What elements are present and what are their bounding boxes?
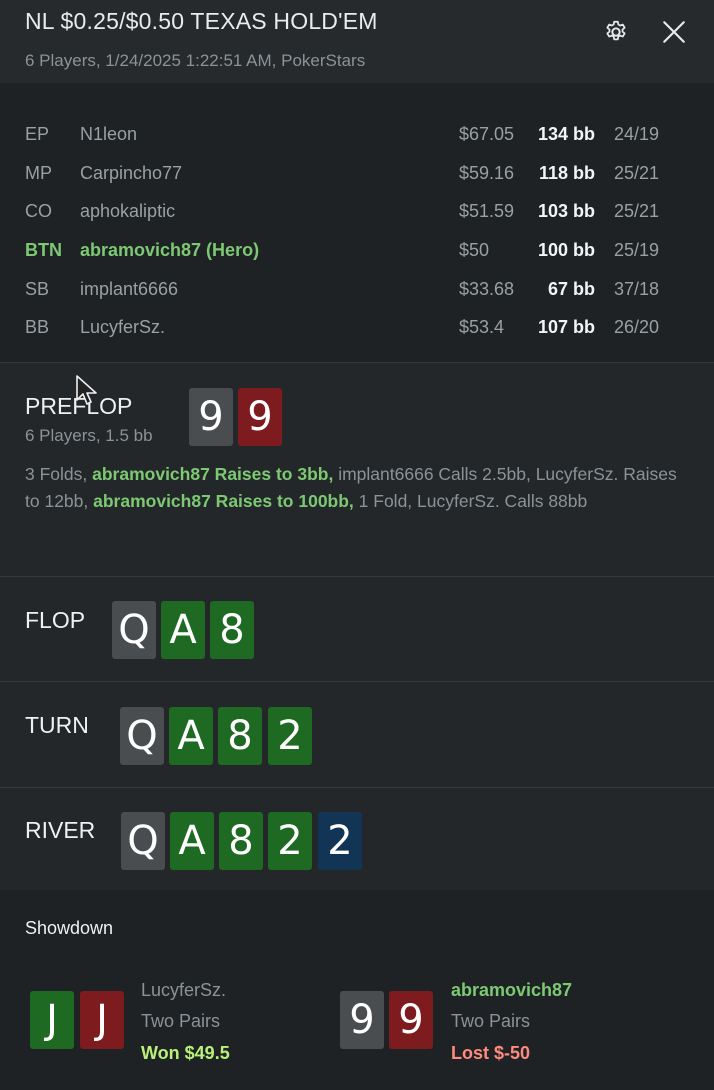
showdown-player-name[interactable]: LucyferSz.: [141, 980, 226, 1001]
player-stack-bb: 100 bb: [537, 240, 595, 260]
board-card: Q: [112, 601, 156, 659]
showdown-card: J: [30, 991, 74, 1049]
player-stack-bb: 107 bb: [537, 317, 595, 337]
player-row: SB implant6666 $33.68 67 bb 37/18: [0, 270, 714, 308]
hero-card: 9: [189, 388, 233, 446]
player-position: EP: [25, 124, 50, 144]
player-stack: $67.05: [459, 124, 515, 144]
player-stack: $53.4: [459, 317, 505, 337]
action-text-hero: abramovich87 Raises to 100bb,: [93, 491, 354, 511]
player-stack-bb: 67 bb: [547, 279, 595, 299]
hero-card: 9: [238, 388, 282, 446]
player-row-hero: BTN abramovich87 (Hero) $50 100 bb 25/19: [0, 231, 714, 269]
preflop-actions: 3 Folds, abramovich87 Raises to 3bb, imp…: [25, 461, 685, 515]
showdown-card: 9: [340, 991, 384, 1049]
player-row: EP N1leon $67.05 134 bb 24/19: [0, 115, 714, 153]
showdown-card: J: [80, 991, 124, 1049]
preflop-section: PREFLOP 6 Players, 1.5 bb 9 9 3 Folds, a…: [0, 362, 714, 577]
showdown-section: Showdown J J LucyferSz. Two Pairs Won $4…: [0, 890, 714, 1090]
street-label-flop: FLOP: [25, 607, 86, 633]
board-card: Q: [120, 707, 164, 765]
player-stats: 26/20: [614, 317, 660, 337]
board-card: A: [169, 707, 213, 765]
board-card: A: [170, 812, 214, 870]
player-stack: $33.68: [459, 279, 515, 299]
players-table: EP N1leon $67.05 134 bb 24/19 MP Carpinc…: [0, 83, 714, 362]
player-name[interactable]: LucyferSz.: [80, 308, 165, 346]
player-stack: $59.16: [459, 163, 515, 183]
showdown-hand-rank: Two Pairs: [141, 1011, 221, 1031]
action-text: 3 Folds,: [25, 464, 93, 484]
player-name[interactable]: N1leon: [80, 115, 137, 153]
player-position: BB: [25, 317, 50, 337]
player-stats: 25/19: [614, 240, 660, 260]
player-position: CO: [25, 201, 52, 221]
player-stack: $50: [459, 240, 490, 260]
street-label-turn: TURN: [25, 712, 89, 738]
action-text-hero: abramovich87 Raises to 3bb,: [92, 464, 334, 484]
board-card: Q: [121, 812, 165, 870]
player-position: MP: [25, 163, 52, 183]
hand-subtitle: 6 Players, 1/24/2025 1:22:51 AM, PokerSt…: [25, 51, 366, 70]
hand-title: NL $0.25/$0.50 TEXAS HOLD'EM: [25, 8, 378, 34]
player-stats: 24/19: [614, 124, 660, 144]
board-card: 8: [210, 601, 254, 659]
street-label-river: RIVER: [25, 817, 96, 843]
board-card: 2: [268, 812, 312, 870]
board-card: 2: [268, 707, 312, 765]
player-row: BB LucyferSz. $53.4 107 bb 26/20: [0, 308, 714, 346]
close-icon[interactable]: [661, 19, 687, 45]
board-card: A: [161, 601, 205, 659]
player-name[interactable]: Carpincho77: [80, 154, 182, 192]
player-stack: $51.59: [459, 201, 515, 221]
action-text: 1 Fold, LucyferSz. Calls 88bb: [353, 491, 588, 511]
board-card: 8: [219, 812, 263, 870]
player-stack-bb: 134 bb: [537, 124, 595, 144]
showdown-title: Showdown: [25, 918, 114, 938]
player-stats: 25/21: [614, 201, 660, 221]
hand-header: NL $0.25/$0.50 TEXAS HOLD'EM 6 Players, …: [0, 0, 714, 83]
player-row: CO aphokaliptic $51.59 103 bb 25/21: [0, 192, 714, 230]
player-name[interactable]: aphokaliptic: [80, 192, 175, 230]
showdown-card: 9: [389, 991, 433, 1049]
board-card: 2: [318, 812, 362, 870]
river-section: RIVER Q A 8 2 2: [0, 787, 714, 891]
showdown-result-won: Won $49.5: [141, 1043, 230, 1063]
street-label-preflop: PREFLOP: [25, 393, 133, 419]
turn-section: TURN Q A 8 2: [0, 681, 714, 788]
player-stack-bb: 103 bb: [537, 201, 595, 221]
flop-section: FLOP Q A 8: [0, 576, 714, 682]
player-stack-bb: 118 bb: [538, 163, 595, 183]
showdown-player-name-hero[interactable]: abramovich87: [451, 980, 572, 1001]
player-stats: 25/21: [614, 163, 660, 183]
showdown-hand-rank: Two Pairs: [451, 1011, 531, 1031]
board-card: 8: [218, 707, 262, 765]
player-stats: 37/18: [614, 279, 660, 299]
preflop-info: 6 Players, 1.5 bb: [25, 426, 153, 445]
player-position: SB: [25, 279, 50, 299]
player-row: MP Carpincho77 $59.16 118 bb 25/21: [0, 154, 714, 192]
showdown-result-lost: Lost $-50: [451, 1043, 531, 1063]
gear-icon[interactable]: [603, 19, 629, 45]
player-name[interactable]: abramovich87 (Hero): [80, 231, 259, 269]
player-position: BTN: [25, 240, 62, 260]
player-name[interactable]: implant6666: [80, 270, 178, 308]
